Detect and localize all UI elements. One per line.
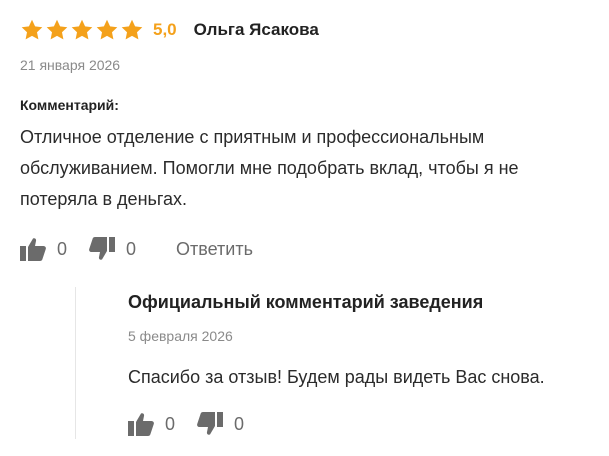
author-name: Ольга Ясакова: [193, 20, 319, 39]
official-reply-title: Официальный комментарий заведения: [128, 292, 484, 312]
review-card: 5,0 Ольга Ясакова 21 января 2026 Коммент…: [20, 14, 600, 263]
like-button[interactable]: 0: [128, 412, 175, 436]
star-rating: [20, 18, 144, 42]
like-count: 0: [57, 238, 68, 259]
rating-value: 5,0: [153, 20, 177, 39]
dislike-count: 0: [234, 413, 245, 434]
thumbs-down-icon: [89, 237, 116, 260]
star-icon: [121, 19, 143, 40]
comment-text: Отличное отделение с приятным и професси…: [20, 127, 519, 209]
reply-button[interactable]: Ответить: [176, 239, 253, 260]
thumbs-up-icon: [128, 413, 154, 436]
star-icon: [71, 19, 93, 40]
review-actions: 0 0 Ответить: [20, 235, 600, 263]
official-reply-actions: 0 0: [128, 410, 595, 438]
official-reply-text: Спасибо за отзыв! Будем рады видеть Вас …: [128, 367, 545, 387]
official-reply: Официальный комментарий заведения 5 февр…: [75, 287, 595, 439]
dislike-button[interactable]: 0: [89, 237, 136, 261]
official-reply-date: 5 февраля 2026: [128, 328, 233, 344]
review-header: 5,0 Ольга Ясакова: [20, 14, 600, 46]
dislike-count: 0: [126, 238, 137, 259]
thumbs-up-icon: [20, 238, 46, 261]
like-count: 0: [165, 413, 176, 434]
like-button[interactable]: 0: [20, 237, 67, 261]
star-icon: [46, 19, 68, 40]
review-date: 21 января 2026: [20, 57, 121, 73]
comment-label: Комментарий:: [20, 97, 119, 113]
thumbs-down-icon: [197, 412, 224, 435]
star-icon: [21, 19, 43, 40]
star-icon: [96, 19, 118, 40]
dislike-button[interactable]: 0: [197, 412, 244, 436]
